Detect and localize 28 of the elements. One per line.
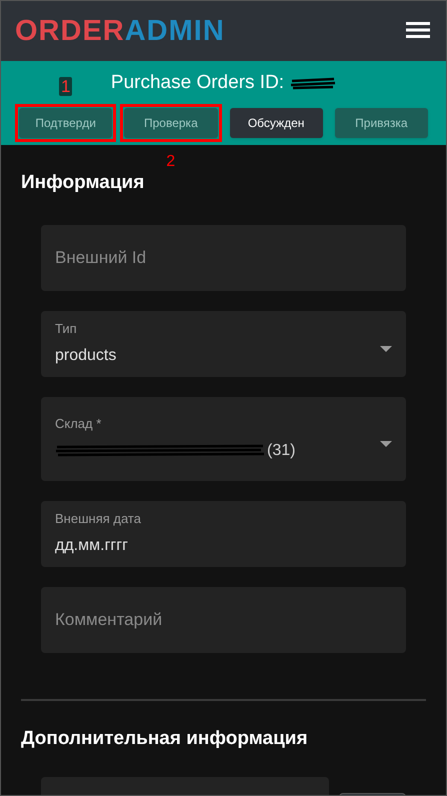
placeholder-text: Комментарий — [55, 608, 164, 631]
select-field[interactable]: Склад * (31) — [41, 396, 406, 480]
section-heading: Дополнительная информация — [21, 726, 309, 750]
field-value: products — [55, 346, 116, 366]
input-field[interactable]: Внешний Id — [41, 224, 406, 290]
redaction-mark — [290, 75, 336, 92]
action-button[interactable]: Обсужден — [230, 108, 323, 138]
logo-text: ORDER — [15, 16, 125, 46]
menu-icon — [406, 22, 430, 38]
page-title: Purchase Orders ID: — [110, 71, 284, 95]
action-button[interactable]: Привязка — [334, 108, 428, 138]
logo-text: ADMIN — [124, 16, 225, 46]
input-field[interactable]: Комментарий — [41, 586, 406, 652]
annotation-number: 2 — [166, 152, 176, 172]
section-heading: Информация — [21, 171, 146, 195]
field-label: Склад * — [55, 415, 102, 434]
dropdown-arrow-icon — [380, 440, 392, 446]
placeholder-text: Внешний Id — [55, 246, 148, 269]
input-field[interactable]: Внешняя дата дд.мм.гггг — [41, 500, 406, 566]
select-field[interactable]: Тип products — [41, 310, 406, 376]
action-button[interactable]: Подтверди — [19, 108, 112, 138]
dropdown-arrow-icon — [380, 346, 392, 352]
action-button[interactable]: Проверка — [124, 108, 218, 138]
field-label: Тип — [55, 320, 78, 338]
field-value: дд.мм.гггг — [55, 536, 128, 556]
annotation-number: 1 — [59, 76, 72, 96]
field-value: (31) — [267, 440, 296, 461]
field-label: Внешняя дата — [55, 510, 142, 528]
